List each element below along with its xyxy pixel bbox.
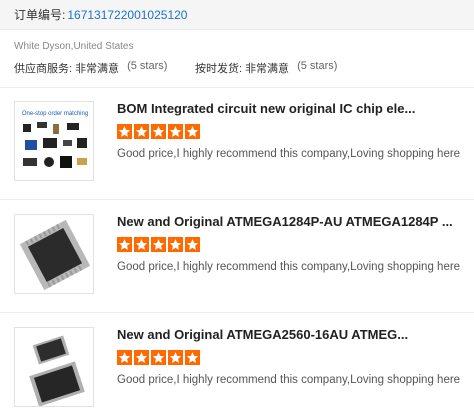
star-icon	[168, 350, 183, 365]
product-title[interactable]: BOM Integrated circuit new original IC c…	[117, 101, 467, 116]
divider	[0, 199, 474, 200]
product-item: New and Original ATMEGA1284P-AU ATMEGA12…	[0, 214, 474, 304]
supplier-service-stars: (5 stars)	[127, 60, 168, 72]
star-icon	[151, 237, 166, 252]
product-review-text: Good price,I highly recommend this compa…	[117, 374, 461, 386]
product-review-text: Good price,I highly recommend this compa…	[117, 148, 461, 160]
service-ratings: 供应商服务: 非常满意 (5 stars) 按时发货: 非常满意 (5 star…	[14, 60, 337, 76]
order-header: 订单编号: 167131722001025120	[0, 0, 474, 30]
on-time-delivery-stars: (5 stars)	[297, 60, 338, 72]
product-rating	[117, 124, 200, 139]
order-number-link[interactable]: 167131722001025120	[67, 8, 187, 22]
product-item: New and Original ATMEGA2560-16AU ATMEG..…	[0, 327, 474, 417]
divider	[0, 312, 474, 313]
star-icon	[117, 124, 132, 139]
product-thumbnail[interactable]: One-stop order matching	[14, 101, 94, 181]
supplier-service-value: 非常满意	[75, 63, 120, 75]
product-title[interactable]: New and Original ATMEGA1284P-AU ATMEGA12…	[117, 214, 467, 229]
star-icon	[134, 350, 149, 365]
on-time-delivery-group: 按时发货: 非常满意 (5 stars)	[195, 60, 337, 76]
order-number-label: 订单编号:	[14, 8, 66, 22]
star-icon	[117, 237, 132, 252]
product-title[interactable]: New and Original ATMEGA2560-16AU ATMEG..…	[117, 327, 467, 342]
buyer-location: White Dyson,United States	[14, 41, 134, 52]
product-item: One-stop order matching BOM Integrated c…	[0, 101, 474, 191]
on-time-delivery-label: 按时发货:	[195, 63, 243, 75]
star-icon	[117, 350, 132, 365]
star-icon	[168, 237, 183, 252]
on-time-delivery-value: 非常满意	[245, 63, 290, 75]
divider	[0, 87, 474, 88]
product-review-text: Good price,I highly recommend this compa…	[117, 261, 461, 273]
thumbnail-caption: One-stop order matching	[22, 111, 88, 117]
product-thumbnail[interactable]	[14, 327, 94, 407]
product-rating	[117, 237, 200, 252]
supplier-service-label: 供应商服务:	[14, 63, 73, 75]
star-icon	[151, 350, 166, 365]
star-icon	[185, 124, 200, 139]
star-icon	[185, 237, 200, 252]
star-icon	[185, 350, 200, 365]
star-icon	[168, 124, 183, 139]
product-rating	[117, 350, 200, 365]
product-thumbnail[interactable]	[14, 214, 94, 294]
star-icon	[134, 124, 149, 139]
star-icon	[134, 237, 149, 252]
star-icon	[151, 124, 166, 139]
